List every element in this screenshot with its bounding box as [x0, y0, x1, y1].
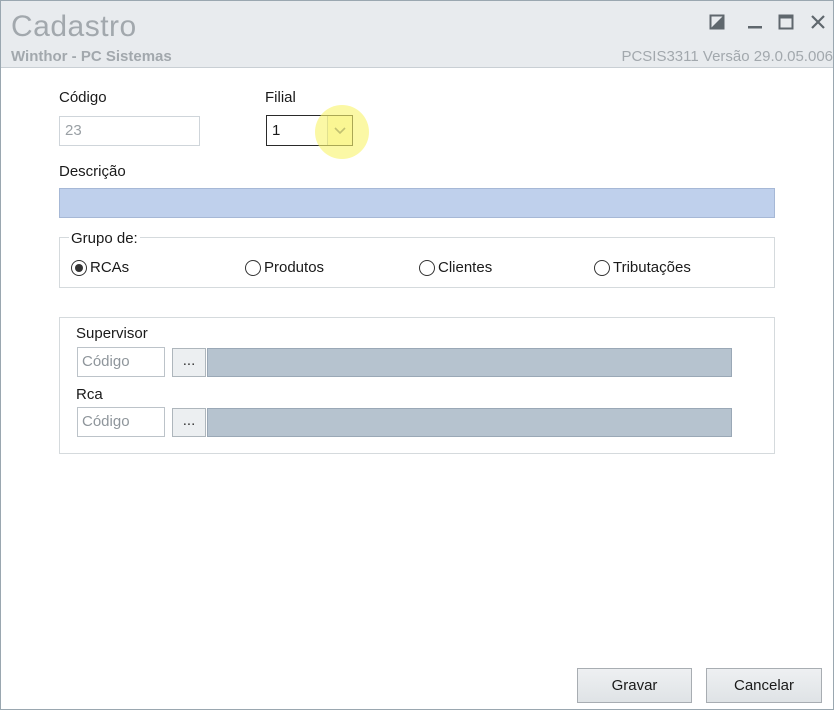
radio-produtos[interactable]: Produtos [245, 259, 324, 276]
radio-clientes-label: Clientes [438, 259, 493, 276]
rca-code-input[interactable]: Código [77, 407, 165, 437]
filial-value: 1 [272, 122, 281, 139]
grupo-label: Grupo de: [69, 230, 140, 247]
supervisor-code-input[interactable]: Código [77, 347, 165, 377]
radio-clientes[interactable]: Clientes [419, 259, 492, 276]
cursor-highlight [315, 105, 369, 159]
window-subtitle: Winthor - PC Sistemas [11, 48, 172, 65]
radio-unselected-icon [594, 259, 610, 276]
rca-lookup-button[interactable]: ... [172, 408, 206, 437]
codigo-label: Código [59, 89, 107, 106]
radio-unselected-icon [419, 259, 435, 276]
radio-rcas[interactable]: RCAs [71, 259, 129, 276]
radio-tributacoes-label: Tributações [613, 259, 691, 276]
codigo-field[interactable]: 23 [59, 116, 200, 146]
supervisor-name-field [207, 348, 732, 377]
maximize-icon[interactable] [775, 11, 797, 33]
filial-label: Filial [265, 89, 296, 106]
descricao-label: Descrição [59, 163, 126, 180]
supervisor-label: Supervisor [76, 325, 148, 342]
radio-unselected-icon [245, 259, 261, 276]
cadastro-window: Cadastro Winthor - PC Sistemas PCSIS3311… [0, 0, 834, 710]
rca-label: Rca [76, 386, 103, 403]
descricao-field[interactable] [59, 188, 775, 218]
cancel-button[interactable]: Cancelar [706, 668, 822, 703]
radio-rcas-label: RCAs [90, 259, 130, 276]
save-button[interactable]: Gravar [577, 668, 692, 703]
radio-tributacoes[interactable]: Tributações [594, 259, 691, 276]
title-bar: Cadastro Winthor - PC Sistemas PCSIS3311… [1, 1, 833, 68]
minimize-icon[interactable] [744, 11, 766, 33]
close-icon[interactable] [807, 11, 829, 33]
rca-name-field [207, 408, 732, 437]
window-title: Cadastro [11, 10, 137, 43]
radio-produtos-label: Produtos [264, 259, 325, 276]
restore-icon[interactable] [706, 11, 728, 33]
supervisor-lookup-button[interactable]: ... [172, 348, 206, 377]
radio-selected-icon [71, 259, 87, 276]
version-info: PCSIS3311 Versão 29.0.05.006 [621, 48, 833, 65]
